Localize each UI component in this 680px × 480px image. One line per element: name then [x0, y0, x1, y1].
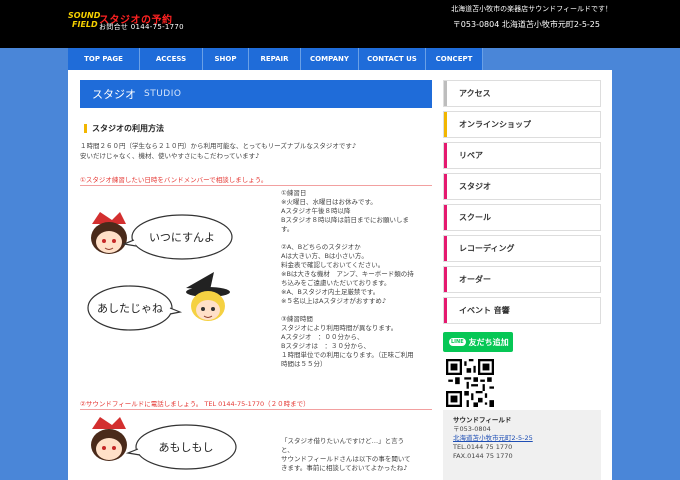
nav-access[interactable]: ACCESS: [140, 48, 203, 70]
marisa-character-icon: [186, 272, 230, 321]
logo-line-2: FIELD: [72, 20, 98, 29]
step-2-notes: 「スタジオ借りたいんですけど…」と言うと、 サウンドフィールドさんは以下の事を聞…: [281, 437, 416, 473]
page-title-bar: スタジオ STUDIO: [80, 80, 432, 108]
site-header: SOUND FIELD スタジオの予約 お問合せ 0144-75-1770 北海…: [0, 0, 680, 48]
nav-shop[interactable]: SHOP: [203, 48, 249, 70]
logo-line-1: SOUND: [68, 11, 101, 20]
note-line: [281, 234, 416, 243]
line-add-friend-button[interactable]: LINE 友だち追加: [443, 332, 513, 352]
sidebar-accent-bar: [444, 112, 447, 137]
sidebar-item-label: イベント 音響: [459, 306, 510, 315]
shop-info-box: サウンドフィールド 〒053-0804 北海道苫小牧市元町2-5-25 TEL.…: [443, 410, 601, 480]
note-line: ①練習日: [281, 189, 307, 197]
intro-text: １時間２６０円（学生なら２１０円）から利用可能な、とってもリーズナブルなスタジオ…: [80, 141, 400, 161]
note-line: Aスタジオ ：００分から、: [281, 333, 364, 341]
step-1-notes: ①練習日 ※火曜日、水曜日はお休みです。 Aスタジオ午後８時以降 Bスタジオ８時…: [281, 189, 416, 369]
sidebar-item-label: スクール: [459, 213, 491, 222]
bubble-3-text: あもしもし: [159, 441, 214, 454]
note-line: サウンドフィールドさんは以下の事を聞いてきます。事前に相談しておいてよかったね♪: [281, 455, 411, 472]
line-icon: LINE: [449, 338, 466, 346]
sidebar-item-online-shop[interactable]: オンラインショップ: [443, 111, 601, 138]
speech-bubble-2: あしたじゃね: [87, 285, 183, 331]
header-tagline: 北海道苫小牧市の楽器店サウンドフィールドです！: [451, 5, 612, 13]
sidebar-item-access[interactable]: アクセス: [443, 80, 601, 107]
header-address: 〒053-0804 北海道苫小牧市元町2-5-25: [452, 20, 600, 29]
intro-line-1: １時間２６０円（学生なら２１０円）から利用可能な、とってもリーズナブルなスタジオ…: [80, 142, 356, 150]
note-line: 「スタジオ借りたいんですけど…」と言うと、: [281, 437, 405, 454]
sidebar-item-label: レコーディング: [459, 244, 515, 253]
sidebar-item-label: オーダー: [459, 275, 491, 284]
sidebar-item-label: オンラインショップ: [459, 120, 531, 129]
nav-concept[interactable]: CONCEPT: [426, 48, 483, 70]
sidebar-accent-bar: [444, 205, 447, 230]
qr-code-icon[interactable]: [446, 359, 494, 407]
note-line: １時間単位での利用になります。（正味ご利用時間は５５分）: [281, 351, 414, 368]
nav-repair[interactable]: REPAIR: [249, 48, 301, 70]
reimu-character-icon: [91, 212, 127, 254]
note-line: ※火曜日、水曜日はお休みです。: [281, 198, 377, 206]
step-1-heading: ①スタジオ練習したい日時をバンドメンバーで相談しましょう。: [80, 174, 432, 186]
sidebar-accent-bar: [444, 174, 447, 199]
nav-top-page[interactable]: TOP PAGE: [68, 48, 140, 70]
sidebar-item-recording[interactable]: レコーディング: [443, 235, 601, 262]
sidebar-accent-bar: [444, 267, 447, 292]
page-title-en: STUDIO: [144, 89, 182, 99]
note-line: ※A、Bスタジオ内土足厳禁です。: [281, 288, 380, 296]
sidebar-item-event-sound[interactable]: イベント 音響: [443, 297, 601, 324]
note-line: ※５名以上はAスタジオがおすすめ♪: [281, 297, 387, 305]
note-line: Aスタジオ午後８時以降: [281, 207, 351, 215]
note-line: Aは大きい方、Bは小さい方。: [281, 252, 368, 260]
reimu-character-icon: [91, 417, 127, 461]
sidebar-item-order[interactable]: オーダー: [443, 266, 601, 293]
note-line: ③練習時間: [281, 315, 313, 323]
sidebar-item-label: リペア: [459, 151, 483, 160]
note-line: ※Bは大きな機材 アンプ、キーボード類の持ち込みをご遠慮いただいております。: [281, 270, 414, 287]
nav-company[interactable]: COMPANY: [301, 48, 359, 70]
sidebar: アクセス オンラインショップ リペア スタジオ スクール レコーディング オーダ…: [443, 80, 601, 328]
note-line: [281, 306, 416, 315]
line-button-label: 友だち追加: [468, 337, 509, 347]
sidebar-item-repair[interactable]: リペア: [443, 142, 601, 169]
main-nav: TOP PAGE ACCESS SHOP REPAIR COMPANY CONT…: [68, 48, 612, 70]
sound-field-logo[interactable]: SOUND FIELD: [68, 12, 100, 32]
note-line: スタジオにより利用時間が異なります。: [281, 324, 398, 332]
sidebar-item-label: アクセス: [459, 89, 491, 98]
shop-name: サウンドフィールド: [453, 416, 512, 424]
shop-fax: FAX.0144 75 1770: [453, 452, 513, 460]
note-line: ②A、Bどちらのスタジオか: [281, 243, 361, 251]
sidebar-accent-bar: [444, 298, 447, 323]
step-2-heading: ②サウンドフィールドに電話しましょう。 TEL 0144-75-1770（２０時…: [80, 398, 432, 410]
speech-bubble-1: いつにすんよ: [121, 214, 233, 260]
sidebar-accent-bar: [444, 143, 447, 168]
sidebar-item-label: スタジオ: [459, 182, 491, 191]
page-content: スタジオ STUDIO スタジオの利用方法 １時間２６０円（学生なら２１０円）か…: [68, 70, 612, 480]
note-line: Bスタジオは ：３０分から、: [281, 342, 370, 350]
sidebar-item-studio[interactable]: スタジオ: [443, 173, 601, 200]
bubble-2-text: あしたじゃね: [97, 302, 163, 315]
speech-bubble-3: あもしもし: [125, 424, 237, 470]
sidebar-item-school[interactable]: スクール: [443, 204, 601, 231]
note-line: Bスタジオ８時以降は前日までにお願いします。: [281, 216, 409, 233]
section-heading: スタジオの利用方法: [84, 124, 164, 133]
yukkuri-conversation-illustration: いつにすんよ あしたじゃね: [87, 212, 233, 331]
page-title: スタジオ: [92, 88, 136, 101]
sidebar-accent-bar: [444, 236, 447, 261]
phone-call-illustration: あもしもし: [91, 417, 237, 470]
note-line: 料金表で確認しておいてください。: [281, 261, 385, 269]
shop-postal: 〒053-0804: [453, 425, 491, 433]
shop-tel: TEL.0144 75 1770: [453, 443, 513, 451]
sidebar-accent-bar: [444, 81, 447, 106]
intro-line-2: 安いだけじゃなく、機材、使いやすさにもこだわっています♪: [80, 152, 260, 160]
header-phone: お問合せ 0144-75-1770: [99, 23, 184, 31]
nav-contact-us[interactable]: CONTACT US: [359, 48, 426, 70]
main-column: スタジオ STUDIO: [80, 80, 432, 108]
bubble-1-text: いつにすんよ: [149, 231, 215, 244]
shop-address-link[interactable]: 北海道苫小牧市元町2-5-25: [453, 434, 591, 443]
